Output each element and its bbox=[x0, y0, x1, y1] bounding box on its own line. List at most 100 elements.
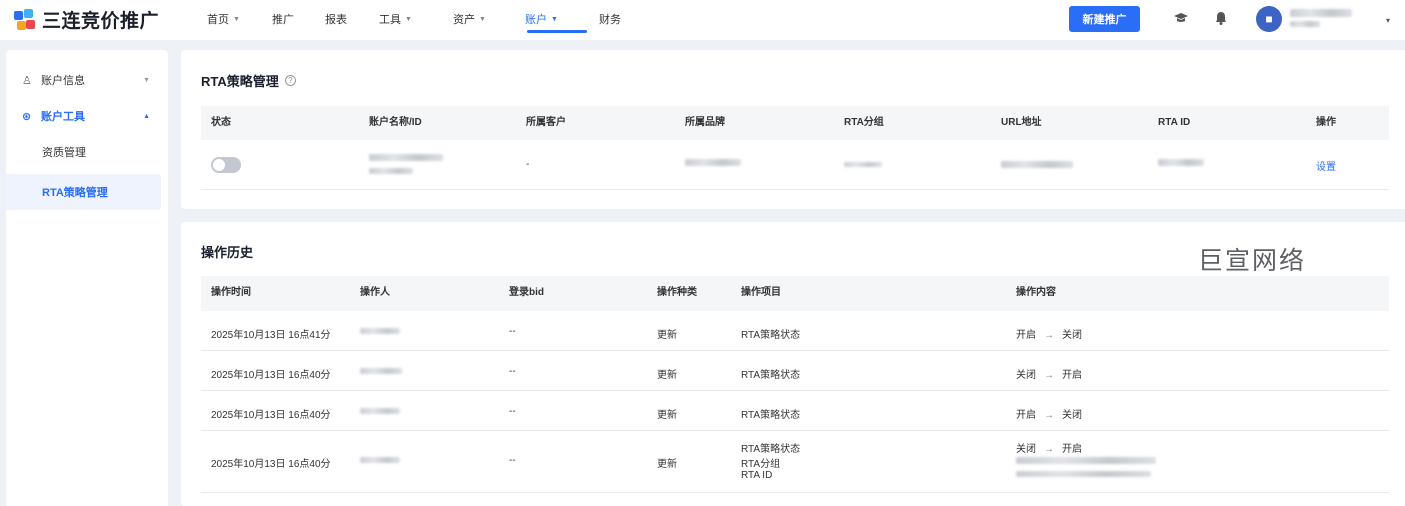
sidebar-group-label: 账户信息 bbox=[41, 75, 85, 87]
user-id-redacted bbox=[1290, 21, 1320, 27]
nav-promote[interactable]: 推广 bbox=[272, 0, 325, 40]
avatar[interactable]: ■ bbox=[1256, 6, 1282, 32]
table-row: 2025年10月13日 16点41分 -- 更新 RTA策略状态 开启 → 关闭 bbox=[201, 311, 1389, 351]
user-icon: ♙ bbox=[22, 74, 32, 87]
nav-reports[interactable]: 报表 bbox=[325, 0, 379, 40]
column-header: 操作 bbox=[1316, 117, 1336, 128]
operation-time: 2025年10月13日 16点40分 bbox=[211, 410, 331, 421]
operation-time: 2025年10月13日 16点40分 bbox=[211, 370, 331, 381]
column-header: 账户名称/ID bbox=[369, 117, 422, 128]
operator-redacted bbox=[360, 328, 400, 334]
operation-item: RTA分组 bbox=[741, 459, 781, 470]
sidebar-item-label: 资质管理 bbox=[42, 147, 86, 159]
column-header: 操作种类 bbox=[657, 287, 697, 298]
help-icon[interactable]: ? bbox=[284, 75, 296, 86]
login-bid: -- bbox=[509, 406, 516, 417]
operation-time: 2025年10月13日 16点40分 bbox=[211, 459, 331, 470]
column-header: 操作内容 bbox=[1016, 287, 1056, 298]
column-header: 状态 bbox=[211, 117, 231, 128]
main-nav: 首页 ▼ 推广 报表 工具 ▼ 资产 ▼ 账户 ▼ 财务 bbox=[207, 0, 639, 40]
column-header: 所属客户 bbox=[526, 117, 566, 128]
table-row: 2025年10月13日 16点40分 -- 更新 RTA策略状态 开启 → 关闭 bbox=[201, 391, 1389, 431]
watermark: 巨宣网络 bbox=[1198, 247, 1307, 275]
operation-time: 2025年10月13日 16点41分 bbox=[211, 330, 331, 341]
from-value: 关闭 bbox=[1016, 444, 1036, 455]
operation-item: RTA ID bbox=[741, 470, 773, 481]
logo-icon bbox=[14, 8, 36, 31]
operation-content: 开启 → 关闭 bbox=[1016, 406, 1082, 421]
status-toggle[interactable] bbox=[211, 157, 241, 173]
table-row: 2025年10月13日 16点40分 -- 更新 RTA策略状态 RTA分组 R… bbox=[201, 431, 1389, 493]
nav-tools-label: 工具 bbox=[379, 14, 401, 26]
table-row: 2025年10月13日 16点40分 -- 更新 RTA策略状态 关闭 → 开启 bbox=[201, 351, 1389, 391]
client-value: - bbox=[526, 159, 530, 170]
operation-item: RTA策略状态 bbox=[741, 370, 801, 381]
rta-group-redacted bbox=[844, 162, 882, 167]
column-header: 所属品牌 bbox=[685, 117, 725, 128]
nav-reports-label: 报表 bbox=[325, 14, 347, 26]
operation-item: RTA策略状态 bbox=[741, 444, 801, 455]
url-redacted bbox=[1001, 161, 1073, 168]
to-value: 开启 bbox=[1062, 444, 1082, 455]
settings-link[interactable]: 设置 bbox=[1316, 158, 1336, 173]
nav-home[interactable]: 首页 ▼ bbox=[207, 0, 272, 40]
content-redacted bbox=[1016, 457, 1156, 464]
account-id-redacted bbox=[369, 168, 413, 174]
bell-icon[interactable] bbox=[1213, 10, 1229, 26]
sidebar-group-account-info[interactable]: ♙ 账户信息 ▼ bbox=[6, 65, 168, 95]
arrow-right-icon: → bbox=[1044, 370, 1054, 381]
page-title: RTA策略管理 bbox=[201, 74, 279, 89]
chevron-down-icon: ▼ bbox=[479, 16, 486, 23]
sidebar-group-label: 账户工具 bbox=[41, 111, 85, 123]
section-title: 操作历史 bbox=[201, 245, 254, 260]
login-bid: -- bbox=[509, 455, 516, 466]
rta-id-redacted bbox=[1158, 159, 1204, 166]
arrow-right-icon: → bbox=[1044, 444, 1054, 455]
history-table-header: 操作时间 操作人 登录bid 操作种类 操作项目 操作内容 bbox=[201, 276, 1389, 311]
operator-redacted bbox=[360, 408, 400, 414]
operation-content: 关闭 → 开启 bbox=[1016, 440, 1082, 455]
operation-kind: 更新 bbox=[657, 370, 677, 381]
operation-content: 开启 → 关闭 bbox=[1016, 326, 1082, 341]
user-name-redacted bbox=[1290, 9, 1352, 17]
rta-table-header: 状态 账户名称/ID 所属客户 所属品牌 RTA分组 URL地址 RTA ID … bbox=[201, 106, 1389, 140]
from-value: 开启 bbox=[1016, 330, 1036, 341]
column-header: 操作项目 bbox=[741, 287, 781, 298]
nav-home-label: 首页 bbox=[207, 14, 229, 26]
from-value: 关闭 bbox=[1016, 370, 1036, 381]
nav-finance[interactable]: 财务 bbox=[599, 0, 639, 40]
from-value: 开启 bbox=[1016, 410, 1036, 421]
nav-finance-label: 财务 bbox=[599, 14, 621, 26]
column-header: 登录bid bbox=[509, 287, 544, 298]
brand-redacted bbox=[685, 159, 741, 166]
login-bid: -- bbox=[509, 366, 516, 377]
chevron-down-icon: ▼ bbox=[143, 76, 150, 84]
operation-kind: 更新 bbox=[657, 459, 677, 470]
column-header: URL地址 bbox=[1001, 117, 1042, 128]
nav-account-label: 账户 bbox=[525, 14, 547, 26]
column-header: RTA分组 bbox=[844, 117, 884, 128]
table-row: - 设置 bbox=[201, 140, 1389, 190]
operation-item: RTA策略状态 bbox=[741, 330, 801, 341]
nav-assets[interactable]: 资产 ▼ bbox=[453, 0, 525, 40]
sidebar-item-qualification[interactable]: 资质管理 bbox=[6, 134, 161, 170]
new-campaign-button[interactable]: 新建推广 bbox=[1069, 6, 1140, 32]
app-logo[interactable]: 三连竞价推广 bbox=[14, 6, 159, 33]
operator-redacted bbox=[360, 368, 402, 374]
rta-card-title: RTA策略管理 ? bbox=[201, 71, 296, 90]
rta-strategy-card: RTA策略管理 ? 状态 账户名称/ID 所属客户 所属品牌 RTA分组 URL… bbox=[181, 50, 1405, 209]
account-name-redacted bbox=[369, 154, 443, 161]
nav-account[interactable]: 账户 ▼ bbox=[525, 0, 599, 40]
sidebar-item-label: RTA策略管理 bbox=[42, 187, 108, 199]
sidebar-group-account-tools[interactable]: ⊛ 账户工具 ▲ bbox=[6, 101, 168, 131]
column-header: 操作人 bbox=[360, 287, 390, 298]
graduation-cap-icon[interactable] bbox=[1173, 10, 1189, 26]
nav-tools[interactable]: 工具 ▼ bbox=[379, 0, 453, 40]
top-bar: 三连竞价推广 首页 ▼ 推广 报表 工具 ▼ 资产 ▼ 账户 ▼ 财务 新建推广 ■ ▾ bbox=[0, 0, 1405, 40]
to-value: 关闭 bbox=[1062, 410, 1082, 421]
operation-content: 关闭 → 开启 bbox=[1016, 366, 1082, 381]
chevron-down-icon[interactable]: ▾ bbox=[1380, 13, 1396, 29]
sidebar-item-rta-strategy[interactable]: RTA策略管理 bbox=[6, 174, 161, 210]
chevron-up-icon: ▲ bbox=[143, 112, 150, 120]
operation-kind: 更新 bbox=[657, 330, 677, 341]
